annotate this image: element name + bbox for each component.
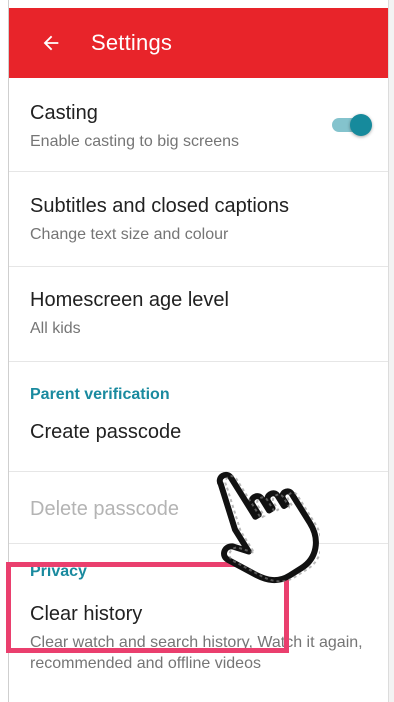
age-level-title: Homescreen age level [30,289,229,311]
setting-create-passcode[interactable]: Create passcode [9,407,388,472]
app-bar: Settings [9,8,388,78]
clear-history-label: Clear history [30,603,143,625]
create-passcode-label: Create passcode [30,421,182,443]
casting-subtitle: Enable casting to big screens [30,133,240,150]
toggle-thumb [350,114,372,136]
setting-subtitles[interactable]: Subtitles and closed captions Change tex… [9,172,388,267]
back-button[interactable] [23,15,79,71]
page-title: Settings [91,30,173,55]
age-level-value: All kids [30,320,81,337]
screen: Settings Casting Enable casting to big s… [0,0,394,702]
parent-verification-header: Parent verification [30,386,170,403]
scrollbar-track [388,0,394,702]
setting-age-level[interactable]: Homescreen age level All kids [9,267,388,362]
settings-list: Casting Enable casting to big screens Su… [9,78,388,702]
hand-pointer-icon [216,471,320,584]
clear-history-description: Clear watch and search history, Watch it… [30,634,363,672]
section-parent-verification: Parent verification [9,362,388,407]
subtitles-title: Subtitles and closed captions [30,195,290,217]
subtitles-subtitle: Change text size and colour [30,226,229,243]
setting-delete-passcode: Delete passcode [9,472,388,544]
setting-clear-history[interactable]: Clear history Clear watch and search his… [9,589,388,702]
arrow-back-icon [43,35,59,51]
casting-toggle[interactable] [332,114,372,136]
setting-casting[interactable]: Casting Enable casting to big screens [9,78,388,172]
section-privacy: Privacy [9,544,388,589]
